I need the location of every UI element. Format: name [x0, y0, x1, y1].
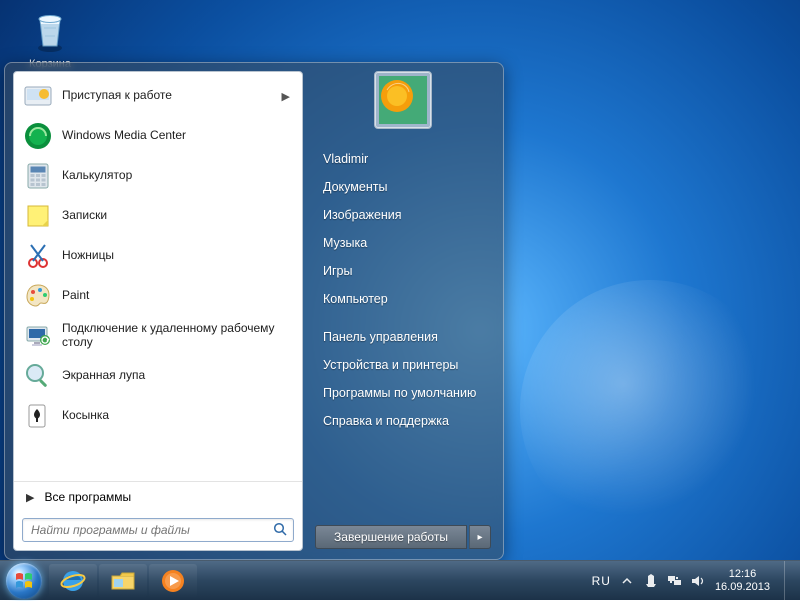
shutdown-options-button[interactable]: ▸ [469, 525, 491, 549]
all-programs[interactable]: ▶ Все программы [14, 481, 302, 512]
recycle-bin-icon [26, 8, 74, 56]
program-paint[interactable]: Paint [16, 276, 300, 316]
nav-default-programs[interactable]: Программы по умолчанию [315, 379, 491, 407]
getting-started-icon [22, 80, 54, 112]
search-row [14, 512, 302, 550]
nav-music[interactable]: Музыка [315, 229, 491, 257]
start-menu-left-pane: Приступая к работе ▶ Windows Media Cente… [13, 71, 303, 551]
program-label: Приступая к работе [62, 89, 282, 103]
wmc-icon [22, 120, 54, 152]
snipping-tool-icon [22, 240, 54, 272]
nav-control-panel[interactable]: Панель управления [315, 323, 491, 351]
nav-help-support[interactable]: Справка и поддержка [315, 407, 491, 435]
taskbar: RU 12:16 16.09.2013 [0, 560, 800, 600]
nav-computer[interactable]: Компьютер [315, 285, 491, 313]
program-label: Paint [62, 289, 294, 303]
action-center-icon[interactable] [643, 573, 659, 589]
start-button[interactable] [0, 561, 48, 601]
program-label: Калькулятор [62, 169, 294, 183]
program-windows-media-center[interactable]: Windows Media Center [16, 116, 300, 156]
network-icon[interactable] [667, 573, 683, 589]
recycle-bin[interactable]: Корзина [14, 8, 86, 70]
program-label: Ножницы [62, 249, 294, 263]
search-icon [273, 522, 288, 542]
user-name[interactable]: Vladimir [315, 145, 491, 173]
calculator-icon [22, 160, 54, 192]
internet-explorer-icon [59, 567, 87, 595]
magnifier-icon [22, 360, 54, 392]
chevron-right-icon: ▶ [282, 90, 294, 103]
program-solitaire[interactable]: Косынка [16, 396, 300, 436]
program-sticky-notes[interactable]: Записки [16, 196, 300, 236]
sticky-notes-icon [22, 200, 54, 232]
program-list: Приступая к работе ▶ Windows Media Cente… [14, 72, 302, 481]
chevron-right-icon: ▸ [477, 532, 482, 543]
program-label: Windows Media Center [62, 129, 294, 143]
shutdown-button[interactable]: Завершение работы [315, 525, 467, 549]
solitaire-icon [22, 400, 54, 432]
system-tray: RU 12:16 16.09.2013 [592, 561, 794, 601]
program-calculator[interactable]: Калькулятор [16, 156, 300, 196]
program-label: Записки [62, 209, 294, 223]
search-input[interactable] [22, 518, 294, 542]
nav-devices-printers[interactable]: Устройства и принтеры [315, 351, 491, 379]
program-label: Экранная лупа [62, 369, 294, 383]
taskbar-file-explorer[interactable] [99, 564, 147, 598]
program-snipping-tool[interactable]: Ножницы [16, 236, 300, 276]
program-label: Подключение к удаленному рабочему столу [62, 322, 294, 350]
desktop-background[interactable]: Корзина Приступая к работе ▶ Windows Med… [0, 0, 800, 600]
nav-games[interactable]: Игры [315, 257, 491, 285]
chevron-right-icon: ▶ [26, 491, 34, 504]
user-picture[interactable] [374, 71, 432, 129]
start-menu-right-pane: Vladimir Документы Изображения Музыка Иг… [311, 71, 495, 551]
windows-logo-icon [6, 563, 42, 599]
show-desktop-button[interactable] [784, 561, 794, 601]
taskbar-internet-explorer[interactable] [49, 564, 97, 598]
tray-chevron-icon[interactable] [619, 573, 635, 589]
program-remote-desktop[interactable]: Подключение к удаленному рабочему столу [16, 316, 300, 356]
remote-desktop-icon [22, 320, 54, 352]
nav-documents[interactable]: Документы [315, 173, 491, 201]
all-programs-label: Все программы [44, 490, 131, 504]
program-magnifier[interactable]: Экранная лупа [16, 356, 300, 396]
start-menu: Приступая к работе ▶ Windows Media Cente… [4, 62, 504, 560]
folder-icon [109, 567, 137, 595]
paint-icon [22, 280, 54, 312]
clock-time: 12:16 [715, 568, 770, 581]
program-getting-started[interactable]: Приступая к работе ▶ [16, 76, 300, 116]
volume-icon[interactable] [691, 573, 707, 589]
taskbar-windows-media-player[interactable] [149, 564, 197, 598]
program-label: Косынка [62, 409, 294, 423]
clock[interactable]: 12:16 16.09.2013 [715, 568, 770, 593]
nav-pictures[interactable]: Изображения [315, 201, 491, 229]
language-indicator[interactable]: RU [592, 574, 611, 588]
windows-media-player-icon [159, 567, 187, 595]
clock-date: 16.09.2013 [715, 581, 770, 594]
